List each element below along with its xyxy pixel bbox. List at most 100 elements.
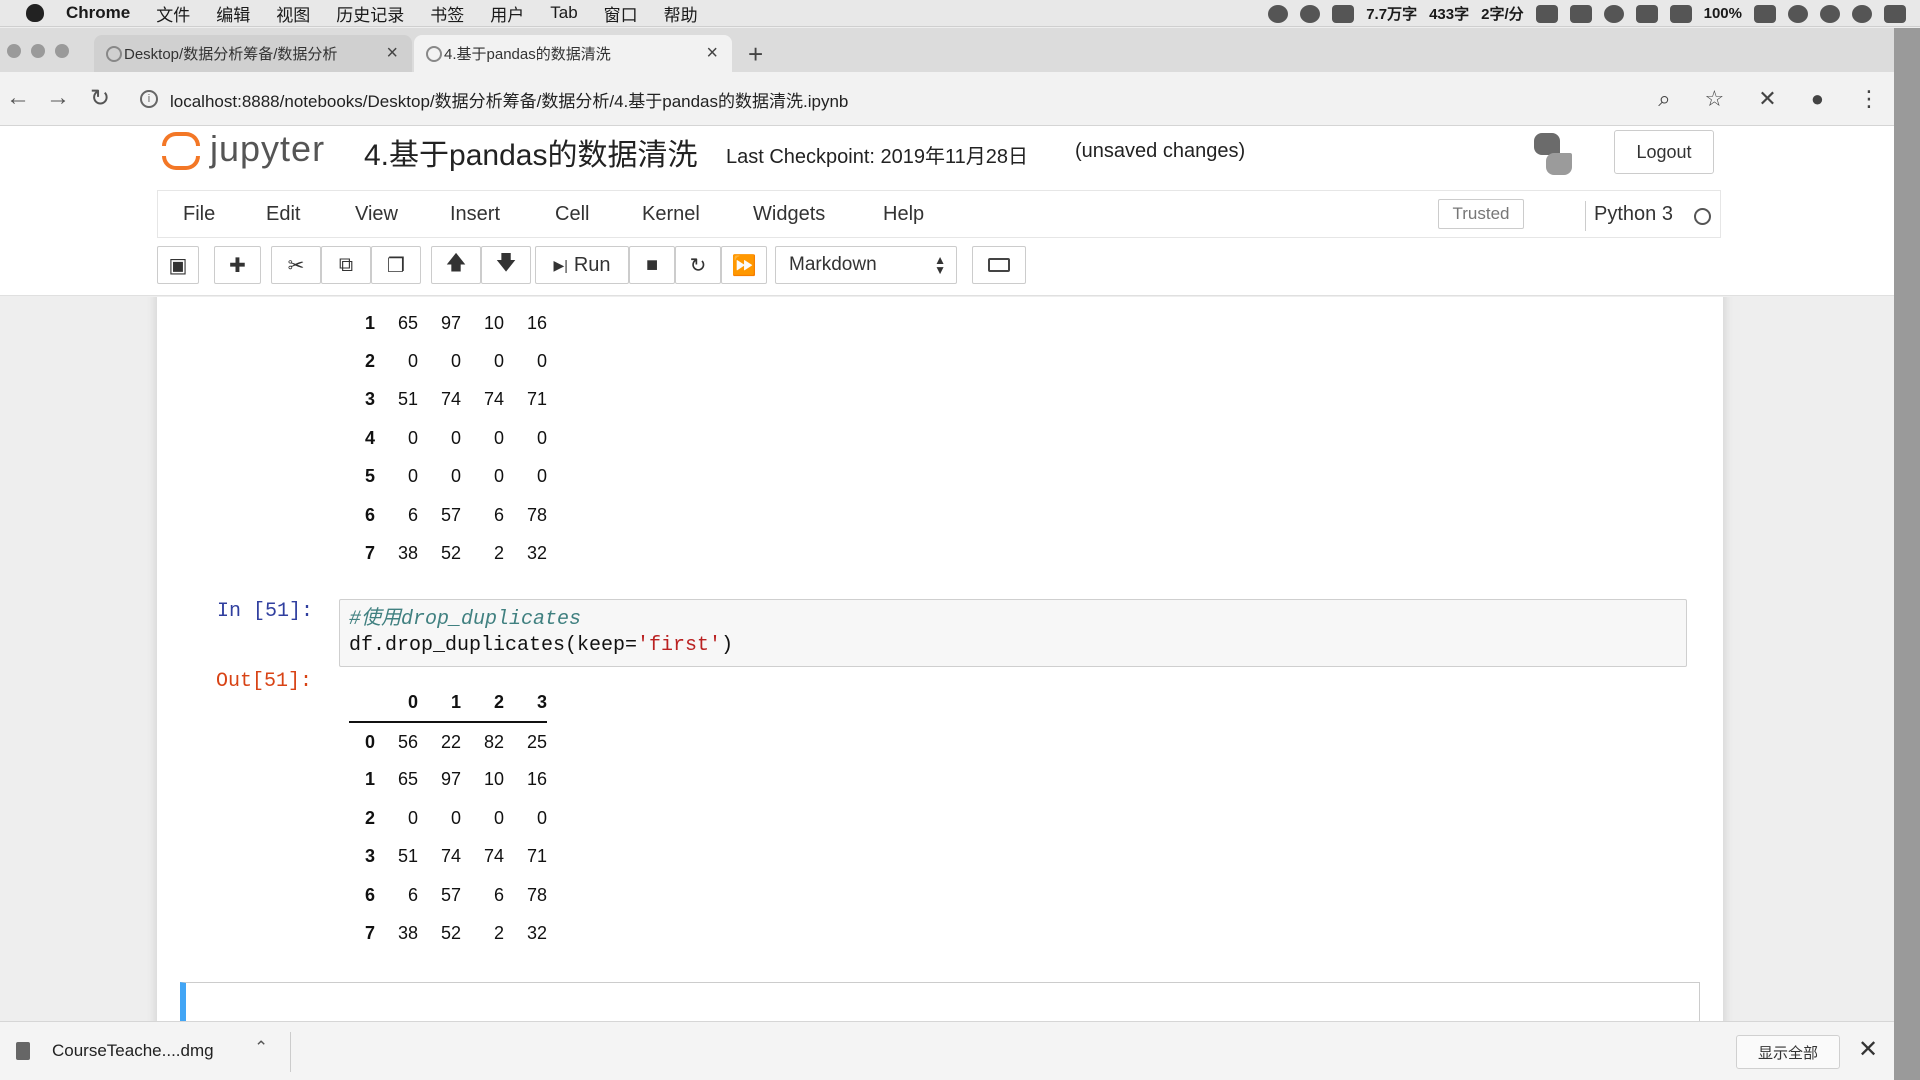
back-arrow-icon[interactable]: ← [6, 84, 30, 112]
copy-button[interactable]: ⧉ [321, 246, 371, 284]
row-index: 6 [364, 884, 375, 905]
search-icon[interactable] [1820, 4, 1840, 23]
maximize-window-icon[interactable] [55, 44, 69, 58]
notification-center-icon[interactable] [1884, 4, 1906, 23]
minimize-window-icon[interactable] [31, 44, 45, 58]
clock-icon[interactable] [1788, 4, 1808, 23]
insert-cell-button[interactable]: ✚ [214, 246, 261, 284]
desktop-background-edge [1894, 28, 1920, 1080]
download-item[interactable]: CourseTeache....dmg [52, 1041, 214, 1061]
menu-cell[interactable]: Cell [555, 203, 589, 226]
menu-app-chrome[interactable]: Chrome [66, 3, 130, 23]
url-field[interactable]: i localhost:8888/notebooks/Desktop/数据分析筹… [140, 82, 1680, 116]
code-string: 'first' [637, 634, 722, 657]
forward-arrow-icon[interactable]: → [46, 84, 70, 112]
close-tab-icon[interactable]: × [706, 42, 718, 65]
menu-file[interactable]: 文件 [156, 1, 190, 26]
address-bar: ← → ↻ i localhost:8888/notebooks/Desktop… [0, 72, 1920, 126]
close-download-bar-icon[interactable]: ✕ [1858, 1035, 1878, 1064]
close-tab-icon[interactable]: × [386, 42, 398, 65]
menu-user[interactable]: 用户 [490, 1, 524, 26]
status-icon[interactable] [1535, 4, 1558, 23]
new-tab-icon[interactable]: + [748, 39, 763, 70]
menu-view[interactable]: View [355, 203, 398, 226]
kernel-name[interactable]: Python 3 [1594, 203, 1673, 226]
profile-icon[interactable]: ● [1811, 86, 1824, 112]
jupyter-logo-icon[interactable] [162, 130, 202, 174]
command-palette-button[interactable] [972, 246, 1026, 284]
user-icon[interactable] [1852, 4, 1872, 23]
column-header: 3 [504, 684, 547, 724]
status-icon[interactable] [1332, 4, 1355, 23]
table-cell: 74 [440, 389, 461, 410]
tab-title: Desktop/数据分析筹备/数据分析 [124, 46, 338, 63]
browser-tab-desktop[interactable]: Desktop/数据分析筹备/数据分析 × [94, 35, 412, 72]
table-cell: 0 [450, 351, 461, 372]
airplay-icon[interactable] [1635, 4, 1658, 23]
jupyter-brand[interactable]: jupyter [210, 128, 325, 170]
interrupt-button[interactable]: ■ [629, 246, 675, 284]
menu-file[interactable]: File [183, 203, 215, 226]
cut-button[interactable]: ✂ [271, 246, 321, 284]
table-cell: 10 [483, 312, 504, 333]
plus-icon: ✚ [229, 254, 246, 277]
show-all-downloads-button[interactable]: 显示全部 [1736, 1035, 1840, 1069]
apple-icon[interactable] [26, 4, 44, 22]
empty-code-cell[interactable] [180, 982, 1700, 1021]
status-icon[interactable] [1268, 4, 1289, 23]
keyboard-icon [988, 258, 1010, 272]
menu-edit[interactable]: Edit [266, 203, 300, 226]
logout-button[interactable]: Logout [1614, 130, 1714, 174]
move-down-button[interactable]: 🡇 [481, 246, 531, 284]
table-cell: 74 [440, 846, 461, 867]
run-button[interactable]: ▶| Run [535, 246, 629, 284]
table-cell: 57 [440, 884, 461, 905]
menu-tab[interactable]: Tab [550, 3, 577, 23]
battery-icon[interactable] [1754, 4, 1776, 23]
status-icon[interactable] [1300, 4, 1321, 23]
table-cell: 2 [493, 923, 504, 944]
reload-icon[interactable]: ↻ [90, 84, 110, 113]
notebook-title[interactable]: 4.基于pandas的数据清洗 [364, 130, 697, 174]
volume-icon[interactable] [1669, 4, 1692, 23]
save-button[interactable]: ▣ [157, 246, 199, 284]
menu-widgets[interactable]: Widgets [753, 203, 825, 226]
browser-tab-notebook[interactable]: 4.基于pandas的数据清洗 × [414, 35, 732, 72]
table-cell: 0 [536, 466, 547, 487]
menu-window[interactable]: 窗口 [604, 1, 638, 26]
restart-run-all-button[interactable]: ⏩ [721, 246, 767, 284]
notebook-scroll-area[interactable]: 1 65 97 10 16 2 0 0 0 0 3 51 74 74 71 4 0 0 0 0 5 0 0 0 0 6 6 57 6 78… [0, 297, 1920, 1021]
cell-type-select[interactable]: Markdown ▲ ▼ [775, 246, 957, 284]
menu-insert[interactable]: Insert [450, 203, 500, 226]
menu-history[interactable]: 历史记录 [336, 1, 404, 26]
menu-edit[interactable]: 编辑 [216, 1, 250, 26]
table-cell: 52 [440, 923, 461, 944]
trusted-badge[interactable]: Trusted [1438, 199, 1524, 229]
status-icon[interactable] [1569, 4, 1592, 23]
fast-forward-icon: ⏩ [731, 254, 757, 277]
code-cell-editor[interactable]: #使用drop_duplicates df.drop_duplicates(ke… [339, 599, 1687, 667]
menu-view[interactable]: 视图 [276, 1, 310, 26]
menu-bookmarks[interactable]: 书签 [430, 1, 464, 26]
copy-icon: ⧉ [338, 253, 354, 276]
move-up-button[interactable]: 🡅 [431, 246, 481, 284]
chevron-up-icon[interactable]: ⌃ [254, 1038, 268, 1058]
close-window-icon[interactable] [7, 44, 21, 58]
menu-kernel[interactable]: Kernel [642, 203, 700, 226]
site-info-icon[interactable]: i [140, 90, 158, 108]
restart-button[interactable]: ↻ [675, 246, 721, 284]
table-cell: 78 [526, 884, 547, 905]
paste-button[interactable]: ❐ [371, 246, 421, 284]
menu-help[interactable]: Help [883, 203, 924, 226]
wifi-icon[interactable] [1603, 4, 1624, 23]
table-cell: 6 [493, 884, 504, 905]
table-cell: 25 [526, 731, 547, 752]
table-cell: 6 [407, 884, 418, 905]
table-cell: 16 [526, 769, 547, 790]
extension-icon[interactable]: ✕ [1758, 86, 1776, 112]
row-index: 6 [364, 504, 375, 525]
zoom-icon[interactable]: ⌕ [1658, 86, 1670, 112]
chrome-menu-icon[interactable]: ⋮ [1858, 86, 1880, 112]
menu-help[interactable]: 帮助 [664, 1, 698, 26]
bookmark-star-icon[interactable]: ☆ [1705, 86, 1725, 112]
